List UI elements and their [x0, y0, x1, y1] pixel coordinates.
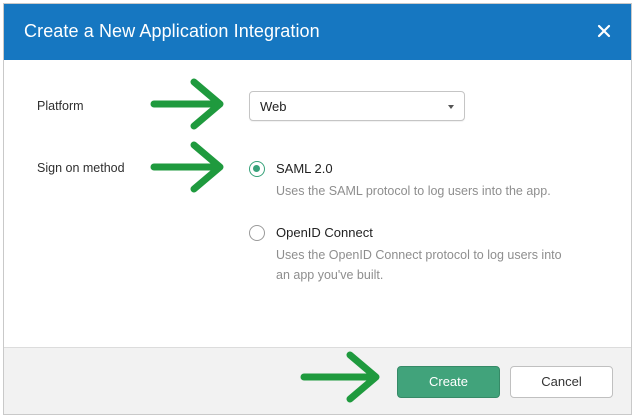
option-openid-description: Uses the OpenID Connect protocol to log … — [276, 245, 562, 285]
platform-select[interactable]: Web — [249, 91, 465, 121]
option-openid-description-line: Uses the OpenID Connect protocol to log … — [276, 248, 562, 262]
platform-select-value: Web — [260, 99, 287, 114]
platform-label: Platform — [37, 99, 84, 113]
option-saml-title[interactable]: SAML 2.0 — [276, 161, 333, 176]
dialog-footer: Create Cancel — [4, 347, 631, 414]
close-icon — [597, 24, 611, 38]
option-openid-title[interactable]: OpenID Connect — [276, 225, 373, 240]
close-button[interactable] — [591, 18, 617, 44]
option-saml-description: Uses the SAML protocol to log users into… — [276, 181, 551, 201]
sign-on-method-label: Sign on method — [37, 161, 125, 175]
option-openid-description-line: an app you've built. — [276, 268, 384, 282]
dialog-header: Create a New Application Integration — [4, 4, 631, 60]
radio-saml[interactable] — [249, 161, 265, 177]
cancel-button[interactable]: Cancel — [510, 366, 613, 398]
dialog-title: Create a New Application Integration — [24, 21, 320, 41]
option-saml-description-line: Uses the SAML protocol to log users into… — [276, 184, 551, 198]
chevron-down-icon — [448, 105, 454, 109]
create-button[interactable]: Create — [397, 366, 500, 398]
radio-openid[interactable] — [249, 225, 265, 241]
create-app-integration-dialog: Create a New Application Integration Pla… — [3, 3, 632, 415]
